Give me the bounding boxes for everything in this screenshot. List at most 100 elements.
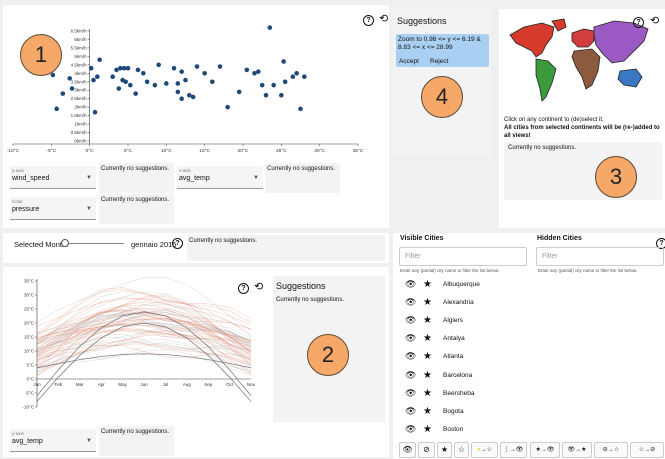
line-help-icon[interactable]: ?: [238, 283, 249, 294]
visible-filter-input[interactable]: Filter: [399, 247, 527, 266]
star-icon[interactable]: ★: [423, 424, 439, 435]
color-select[interactable]: Color pressure ▼: [10, 197, 96, 220]
month-help-icon[interactable]: ?: [172, 238, 183, 249]
star-icon[interactable]: ★: [423, 279, 439, 290]
month-slider-track[interactable]: [64, 243, 124, 244]
y-axis-select[interactable]: y-axis wind_speed ▼: [10, 166, 96, 189]
eye-icon[interactable]: 👁: [405, 370, 419, 381]
data-point[interactable]: [91, 77, 96, 83]
reject-button[interactable]: Reject: [430, 58, 448, 65]
eye-icon[interactable]: 👁: [405, 406, 419, 417]
line-chart[interactable]: 35°C 30°C 25°C 20°C 15°C 10°C 5°C 0°C -5°C -10°C J…: [3, 267, 263, 422]
data-point[interactable]: [67, 76, 73, 81]
data-point[interactable]: [164, 81, 169, 86]
continent-oceania[interactable]: [617, 68, 643, 88]
data-point[interactable]: [95, 74, 100, 79]
data-point[interactable]: [267, 25, 273, 30]
eye-icon[interactable]: 👁: [405, 388, 419, 399]
data-point[interactable]: [175, 81, 181, 86]
eye-to-star-button[interactable]: 👁→★: [562, 442, 592, 458]
data-point[interactable]: [60, 91, 66, 96]
star-all-button[interactable]: ★: [437, 442, 452, 458]
accept-button[interactable]: Accept: [399, 58, 419, 65]
hide-all-button[interactable]: ⊘: [418, 442, 435, 458]
data-point[interactable]: [290, 74, 296, 79]
data-point[interactable]: [271, 82, 276, 88]
reset-icon[interactable]: ⟲: [379, 14, 388, 25]
continent-africa[interactable]: [571, 48, 601, 90]
data-point[interactable]: [133, 91, 138, 96]
unstar-all-button[interactable]: ☆: [454, 442, 469, 458]
hidden-highlight-button[interactable]: ⋮→👁: [500, 442, 527, 458]
data-point[interactable]: [282, 79, 288, 85]
month-slider-handle[interactable]: [61, 239, 69, 247]
data-point[interactable]: [88, 65, 94, 71]
data-point[interactable]: [236, 89, 242, 95]
map-reset-icon[interactable]: ⟲: [650, 16, 659, 27]
highlight-to-star-button[interactable]: ●→☆: [471, 442, 498, 458]
data-point[interactable]: [259, 82, 265, 88]
data-point[interactable]: [244, 67, 250, 73]
data-point[interactable]: [202, 71, 207, 76]
data-point[interactable]: [135, 67, 141, 73]
data-point[interactable]: [123, 79, 128, 85]
data-point[interactable]: [125, 65, 131, 71]
data-point[interactable]: [225, 104, 230, 110]
data-point[interactable]: [128, 82, 133, 88]
data-point[interactable]: [179, 96, 184, 101]
star-icon[interactable]: ★: [423, 315, 439, 326]
star-icon[interactable]: ★: [423, 297, 439, 308]
data-point[interactable]: [183, 77, 188, 83]
data-point[interactable]: [194, 64, 200, 69]
data-point[interactable]: [190, 94, 196, 100]
hidden-filter-input[interactable]: Filter: [536, 247, 664, 266]
data-point[interactable]: [175, 89, 181, 95]
continent-north-america[interactable]: [509, 22, 555, 58]
data-point[interactable]: [281, 59, 286, 64]
data-point[interactable]: [179, 69, 184, 74]
data-point[interactable]: [152, 82, 158, 88]
data-point[interactable]: [156, 62, 161, 68]
star-icon[interactable]: ★: [423, 351, 439, 362]
data-point[interactable]: [256, 69, 261, 74]
data-point[interactable]: [279, 93, 284, 98]
data-point[interactable]: [298, 106, 303, 112]
line-reset-icon[interactable]: ⟲: [254, 282, 263, 293]
data-point[interactable]: [210, 79, 215, 85]
data-point[interactable]: [302, 74, 307, 79]
data-point[interactable]: [294, 71, 299, 76]
data-point[interactable]: [217, 64, 223, 69]
data-point[interactable]: [54, 106, 59, 112]
eye-icon[interactable]: 👁: [405, 351, 419, 362]
data-point[interactable]: [116, 86, 122, 91]
eye-icon[interactable]: 👁: [405, 315, 419, 326]
star-icon[interactable]: ★: [423, 388, 439, 399]
unstar-to-hide-button[interactable]: ☆→⊘: [630, 442, 664, 458]
eye-icon[interactable]: 👁: [405, 297, 419, 308]
data-point[interactable]: [141, 71, 146, 76]
line-y-axis-select[interactable]: y-axis avg_temp ▼: [10, 429, 96, 452]
hide-to-unstar-button[interactable]: ⊘→☆: [594, 442, 628, 458]
star-icon[interactable]: ★: [423, 333, 439, 344]
star-to-eye-button[interactable]: ★→👁: [530, 442, 560, 458]
star-icon[interactable]: ★: [423, 406, 439, 417]
star-icon[interactable]: ★: [423, 370, 439, 381]
data-point[interactable]: [69, 86, 75, 91]
x-axis-select[interactable]: x-axis avg_temp ▼: [177, 166, 263, 189]
eye-icon[interactable]: 👁: [405, 279, 419, 290]
data-point[interactable]: [110, 74, 115, 79]
data-point[interactable]: [144, 79, 150, 85]
continent-europe[interactable]: [571, 28, 595, 48]
continent-greenland[interactable]: [551, 18, 567, 32]
eye-icon[interactable]: 👁: [405, 333, 419, 344]
scatter-plot[interactable]: 0km/h 0.5km/h 1km/h 1.5km/h 2km/h 2.5km/h 3km/…: [3, 5, 389, 155]
eye-icon[interactable]: 👁: [405, 424, 419, 435]
show-all-button[interactable]: 👁: [399, 442, 416, 458]
data-point[interactable]: [92, 109, 98, 115]
data-point[interactable]: [97, 57, 102, 63]
help-icon[interactable]: ?: [363, 15, 374, 26]
data-point[interactable]: [171, 65, 177, 71]
continent-south-america[interactable]: [535, 58, 557, 102]
data-point[interactable]: [50, 72, 56, 78]
map-help-icon[interactable]: ?: [633, 17, 644, 28]
